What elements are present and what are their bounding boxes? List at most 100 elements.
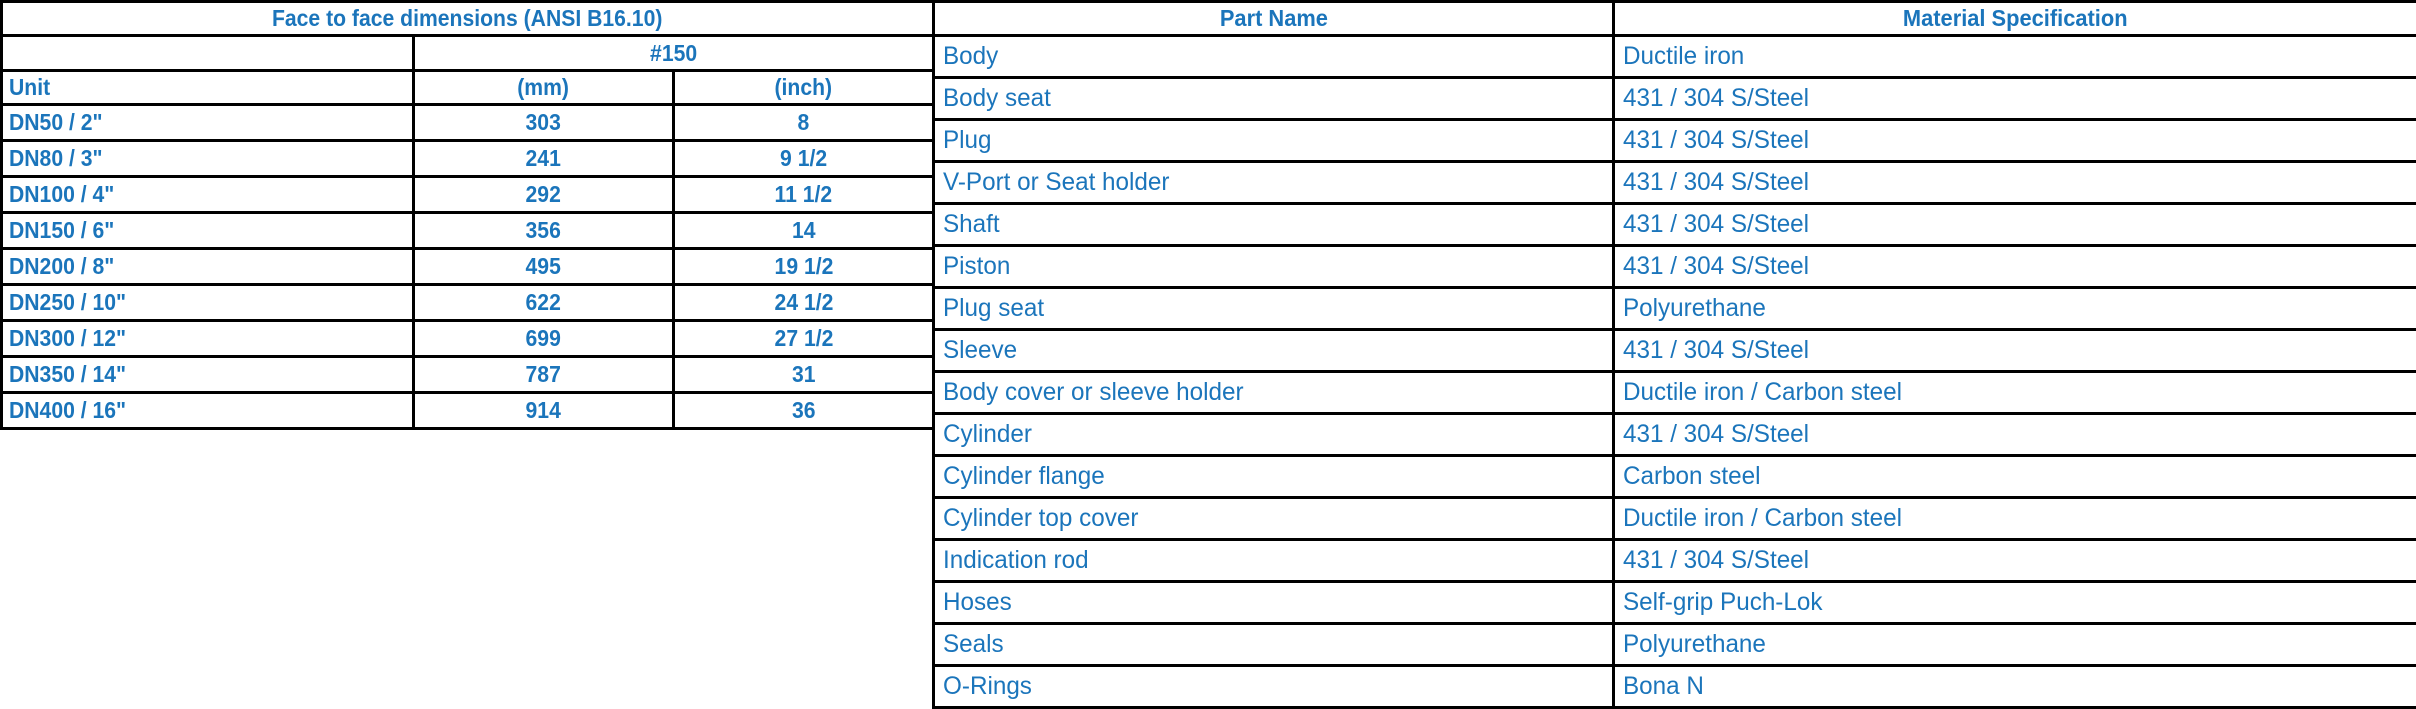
part-name-cell: Seals	[934, 624, 1614, 666]
dimensions-title-row: Face to face dimensions (ANSI B16.10)	[2, 2, 934, 36]
dn-inch-text: 27 1/2	[774, 327, 833, 350]
material-text: 431 / 304 S/Steel	[1623, 86, 1809, 111]
material-cell: Ductile iron	[1614, 36, 2416, 78]
table-row: DN250 / 10" 622 24 1/2	[2, 285, 934, 321]
table-row: Body seat 431 / 304 S/Steel	[934, 78, 2416, 120]
dn-inch-text: 8	[798, 111, 810, 134]
material-cell: 431 / 304 S/Steel	[1614, 246, 2416, 288]
table-row: DN400 / 16" 914 36	[2, 393, 934, 429]
table-row: Hoses Self-grip Puch-Lok	[934, 582, 2416, 624]
unit-header-row: Unit (mm) (inch)	[2, 71, 934, 105]
material-text: Ductile iron / Carbon steel	[1623, 380, 1902, 405]
table-row: Plug 431 / 304 S/Steel	[934, 120, 2416, 162]
material-text: 431 / 304 S/Steel	[1623, 338, 1809, 363]
dn-inch-text: 19 1/2	[774, 255, 833, 278]
material-text: Polyurethane	[1623, 632, 1766, 657]
dimensions-title-text: Face to face dimensions (ANSI B16.10)	[272, 7, 662, 30]
dn-mm-cell: 495	[414, 249, 674, 285]
table-row: Cylinder 431 / 304 S/Steel	[934, 414, 2416, 456]
part-name-text: V-Port or Seat holder	[943, 170, 1169, 195]
part-name-text: Hoses	[943, 590, 1012, 615]
dn-size-text: DN300 / 12"	[9, 327, 126, 350]
spec-sheet-page: Face to face dimensions (ANSI B16.10) #1…	[0, 0, 2416, 672]
part-name-cell: Cylinder	[934, 414, 1614, 456]
part-name-text: Plug seat	[943, 296, 1044, 321]
unit-inch-text: (inch)	[775, 76, 833, 99]
dn-mm-cell: 622	[414, 285, 674, 321]
part-name-cell: Plug seat	[934, 288, 1614, 330]
material-cell: Polyurethane	[1614, 288, 2416, 330]
part-name-cell: Plug	[934, 120, 1614, 162]
material-text: Ductile iron / Carbon steel	[1623, 506, 1902, 531]
part-name-text: Body seat	[943, 86, 1051, 111]
dn-inch-cell: 36	[674, 393, 934, 429]
dn-inch-cell: 24 1/2	[674, 285, 934, 321]
part-name-text: Body	[943, 44, 998, 69]
material-text: 431 / 304 S/Steel	[1623, 128, 1809, 153]
part-name-cell: Piston	[934, 246, 1614, 288]
part-name-text: Piston	[943, 254, 1010, 279]
dn-mm-text: 787	[526, 363, 561, 386]
dn-inch-text: 11 1/2	[775, 183, 833, 206]
dn-mm-cell: 699	[414, 321, 674, 357]
material-text: 431 / 304 S/Steel	[1623, 170, 1809, 195]
part-name-cell: Cylinder top cover	[934, 498, 1614, 540]
dn-size-text: DN200 / 8"	[9, 255, 114, 278]
dn-size-cell: DN200 / 8"	[2, 249, 414, 285]
dn-mm-cell: 303	[414, 105, 674, 141]
dn-inch-text: 9 1/2	[780, 147, 827, 170]
material-text: 431 / 304 S/Steel	[1623, 548, 1809, 573]
table-row: Body cover or sleeve holder Ductile iron…	[934, 372, 2416, 414]
table-row: DN80 / 3" 241 9 1/2	[2, 141, 934, 177]
material-cell: Polyurethane	[1614, 624, 2416, 666]
dn-size-cell: DN400 / 16"	[2, 393, 414, 429]
dn-inch-text: 36	[792, 399, 816, 422]
table-row: Indication rod 431 / 304 S/Steel	[934, 540, 2416, 582]
material-text: 431 / 304 S/Steel	[1623, 422, 1809, 447]
dn-inch-text: 31	[792, 363, 816, 386]
part-name-text: Sleeve	[943, 338, 1017, 363]
table-row: DN350 / 14" 787 31	[2, 357, 934, 393]
dn-mm-text: 699	[526, 327, 561, 350]
table-row: V-Port or Seat holder 431 / 304 S/Steel	[934, 162, 2416, 204]
material-text: Self-grip Puch-Lok	[1623, 590, 1822, 615]
part-name-cell: Body	[934, 36, 1614, 78]
table-row: Sleeve 431 / 304 S/Steel	[934, 330, 2416, 372]
dn-inch-text: 14	[792, 219, 816, 242]
part-name-cell: Body seat	[934, 78, 1614, 120]
part-name-text: Shaft	[943, 212, 1000, 237]
part-name-cell: Cylinder flange	[934, 456, 1614, 498]
part-name-text: Plug	[943, 128, 992, 153]
pressure-class-text: #150	[650, 42, 697, 65]
part-name-cell: Hoses	[934, 582, 1614, 624]
part-name-header-text: Part Name	[1219, 7, 1327, 30]
dn-size-text: DN80 / 3"	[9, 147, 103, 170]
dn-size-text: DN250 / 10"	[9, 291, 126, 314]
dn-mm-text: 495	[526, 255, 561, 278]
dn-inch-cell: 11 1/2	[674, 177, 934, 213]
unit-label-cell: Unit	[2, 71, 414, 105]
table-row: Cylinder top cover Ductile iron / Carbon…	[934, 498, 2416, 540]
material-text: 431 / 304 S/Steel	[1623, 254, 1809, 279]
table-row: Plug seat Polyurethane	[934, 288, 2416, 330]
dn-size-cell: DN100 / 4"	[2, 177, 414, 213]
table-row: Piston 431 / 304 S/Steel	[934, 246, 2416, 288]
material-cell: 431 / 304 S/Steel	[1614, 204, 2416, 246]
material-text: 431 / 304 S/Steel	[1623, 212, 1809, 237]
dn-inch-cell: 31	[674, 357, 934, 393]
unit-inch-cell: (inch)	[674, 71, 934, 105]
pressure-class-spacer-cell	[2, 36, 414, 71]
material-cell: 431 / 304 S/Steel	[1614, 540, 2416, 582]
table-row: Seals Polyurethane	[934, 624, 2416, 666]
face-to-face-dimensions-table: Face to face dimensions (ANSI B16.10) #1…	[0, 0, 935, 430]
dn-mm-text: 241	[526, 147, 561, 170]
material-cell: Ductile iron / Carbon steel	[1614, 372, 2416, 414]
dn-mm-text: 356	[526, 219, 561, 242]
material-cell: 431 / 304 S/Steel	[1614, 330, 2416, 372]
table-row: DN300 / 12" 699 27 1/2	[2, 321, 934, 357]
table-row: DN200 / 8" 495 19 1/2	[2, 249, 934, 285]
dn-inch-text: 24 1/2	[774, 291, 833, 314]
part-name-text: Cylinder top cover	[943, 506, 1138, 531]
part-name-cell: Sleeve	[934, 330, 1614, 372]
table-row: Shaft 431 / 304 S/Steel	[934, 204, 2416, 246]
